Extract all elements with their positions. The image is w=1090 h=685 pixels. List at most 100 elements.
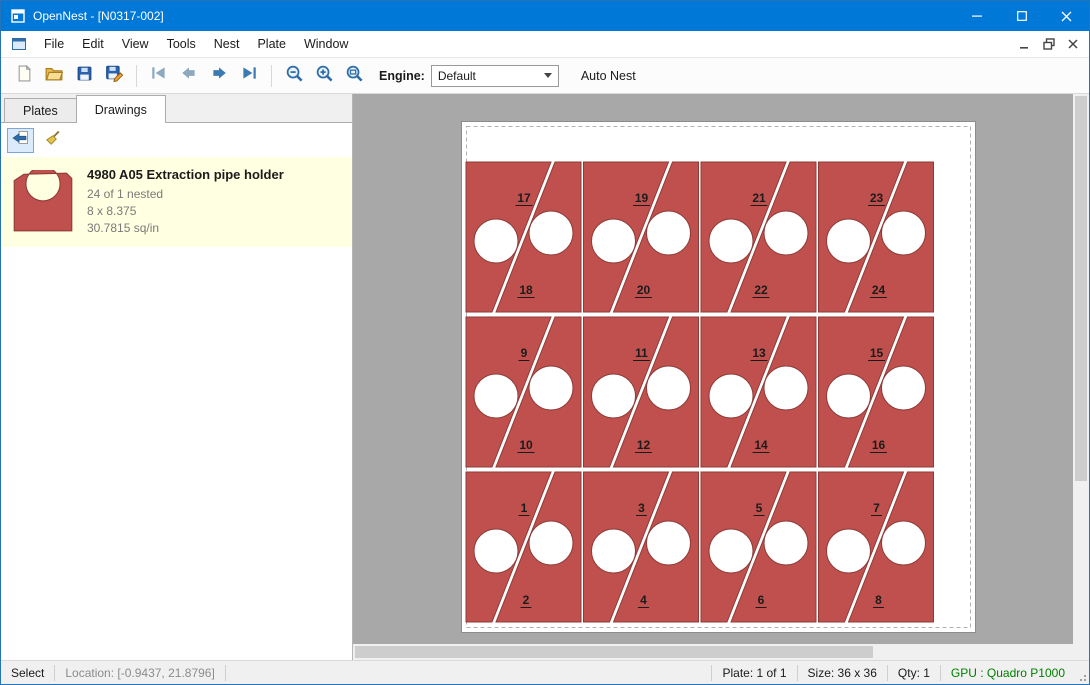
- minimize-button[interactable]: [954, 1, 999, 31]
- last-plate-button[interactable]: [235, 62, 263, 90]
- horizontal-scrollbar-thumb[interactable]: [355, 646, 873, 658]
- first-plate-icon: [150, 64, 168, 87]
- status-location: Location: [-0.9437, 21.8796]: [55, 661, 224, 684]
- menu-plate[interactable]: Plate: [248, 32, 295, 56]
- clean-button[interactable]: [39, 128, 66, 153]
- part-thumbnail: [9, 168, 77, 236]
- mdi-window-controls: [1013, 33, 1089, 55]
- vertical-scrollbar[interactable]: [1073, 94, 1089, 644]
- part-number-label: 16: [872, 438, 886, 452]
- zoom-fit-button[interactable]: [340, 62, 368, 90]
- new-document-button[interactable]: [10, 62, 38, 90]
- next-plate-icon: [210, 64, 228, 87]
- part-number-label: 21: [752, 191, 766, 205]
- zoom-out-icon: [285, 64, 304, 88]
- menu-edit[interactable]: Edit: [73, 32, 113, 56]
- statusbar: Select Location: [-0.9437, 21.8796] Plat…: [1, 660, 1089, 684]
- drawing-list-item[interactable]: 4980 A05 Extraction pipe holder 24 of 1 …: [1, 157, 352, 247]
- engine-select[interactable]: Default: [431, 65, 559, 87]
- drawing-area: 30.7815 sq/in: [87, 221, 284, 235]
- return-part-button[interactable]: [7, 128, 34, 153]
- part-number-label: 2: [523, 593, 530, 607]
- last-plate-icon: [240, 64, 258, 87]
- titlebar: OpenNest - [N0317-002]: [1, 1, 1089, 31]
- nest-drawing: 171921231820222491113151012141613572468: [462, 122, 975, 632]
- auto-nest-button[interactable]: Auto Nest: [573, 64, 644, 88]
- menu-view[interactable]: View: [113, 32, 158, 56]
- clean-parts-icon: [45, 130, 61, 151]
- part-number-label: 20: [637, 283, 651, 297]
- drawings-toolbar: [1, 123, 352, 157]
- return-part-icon: [12, 130, 29, 151]
- menu-tools[interactable]: Tools: [158, 32, 205, 56]
- part-number-label: 12: [637, 438, 651, 452]
- save-as-button[interactable]: [100, 62, 128, 90]
- tab-drawings[interactable]: Drawings: [76, 95, 166, 123]
- zoom-out-button[interactable]: [280, 62, 308, 90]
- part-number-label: 7: [873, 501, 880, 515]
- horizontal-scrollbar[interactable]: [353, 644, 1073, 660]
- drawing-title: 4980 A05 Extraction pipe holder: [87, 167, 284, 182]
- save-button[interactable]: [70, 62, 98, 90]
- part-number-label: 8: [875, 593, 882, 607]
- main-area: Plates Drawings: [1, 94, 1089, 660]
- part-number-label: 10: [519, 438, 533, 452]
- status-qty: Qty: 1: [888, 661, 940, 684]
- zoom-in-button[interactable]: [310, 62, 338, 90]
- drawing-nested-count: 24 of 1 nested: [87, 187, 284, 201]
- menubar: File Edit View Tools Nest Plate Window: [1, 31, 1089, 58]
- toolbar: Engine: Default Auto Nest: [1, 58, 1089, 94]
- resize-grip[interactable]: [1075, 661, 1089, 684]
- app-window: OpenNest - [N0317-002] File Edit View To…: [0, 0, 1090, 685]
- part-number-label: 23: [870, 191, 884, 205]
- status-gpu: GPU : Quadro P1000: [941, 661, 1075, 684]
- window-title: OpenNest - [N0317-002]: [33, 9, 954, 23]
- mdi-restore-icon[interactable]: [1037, 33, 1061, 55]
- close-button[interactable]: [1044, 1, 1089, 31]
- previous-plate-button[interactable]: [175, 62, 203, 90]
- part-number-label: 9: [521, 346, 528, 360]
- menu-window[interactable]: Window: [295, 32, 357, 56]
- plate[interactable]: 171921231820222491113151012141613572468: [461, 121, 976, 633]
- part-number-label: 17: [517, 191, 531, 205]
- vertical-scrollbar-thumb[interactable]: [1075, 96, 1087, 481]
- menu-nest[interactable]: Nest: [205, 32, 249, 56]
- drawing-size: 8 x 8.375: [87, 204, 284, 218]
- nest-canvas[interactable]: 171921231820222491113151012141613572468: [353, 94, 1089, 660]
- status-mode: Select: [1, 661, 54, 684]
- maximize-button[interactable]: [999, 1, 1044, 31]
- mdi-minimize-icon[interactable]: [1013, 33, 1037, 55]
- tabstrip: Plates Drawings: [1, 94, 352, 123]
- open-button[interactable]: [40, 62, 68, 90]
- first-plate-button[interactable]: [145, 62, 173, 90]
- save-icon: [76, 65, 93, 87]
- part-number-label: 22: [754, 283, 768, 297]
- save-as-icon: [105, 64, 123, 87]
- status-size: Size: 36 x 36: [798, 661, 887, 684]
- part-number-label: 18: [519, 283, 533, 297]
- document-icon[interactable]: [11, 36, 27, 52]
- zoom-in-icon: [315, 64, 334, 88]
- scrollbar-corner: [1073, 644, 1089, 660]
- mdi-close-icon[interactable]: [1061, 33, 1085, 55]
- part-number-label: 15: [870, 346, 884, 360]
- zoom-fit-icon: [345, 64, 364, 88]
- app-icon: [10, 8, 26, 24]
- toolbar-separator: [271, 65, 272, 87]
- chevron-down-icon[interactable]: [544, 73, 552, 78]
- tab-plates[interactable]: Plates: [4, 98, 77, 122]
- status-plate: Plate: 1 of 1: [712, 661, 796, 684]
- part-number-label: 14: [754, 438, 768, 452]
- sidebar: Plates Drawings: [1, 94, 353, 660]
- part-number-label: 11: [635, 346, 648, 360]
- toolbar-separator: [136, 65, 137, 87]
- new-document-icon: [16, 65, 33, 87]
- open-folder-icon: [45, 64, 63, 87]
- part-number-label: 5: [756, 501, 763, 515]
- part-number-label: 3: [638, 501, 645, 515]
- part-number-label: 1: [521, 501, 528, 515]
- next-plate-button[interactable]: [205, 62, 233, 90]
- part-number-label: 13: [752, 346, 766, 360]
- menu-file[interactable]: File: [35, 32, 73, 56]
- part-number-label: 24: [872, 283, 886, 297]
